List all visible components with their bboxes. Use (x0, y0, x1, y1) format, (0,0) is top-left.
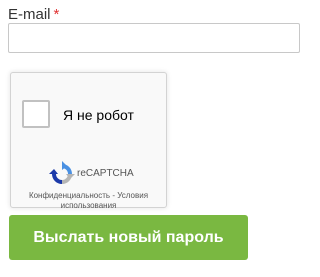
links-separator: - (112, 191, 115, 200)
recaptcha-links: Конфиденциальность - Условия использован… (15, 191, 162, 211)
recaptcha-logo-icon (49, 161, 75, 184)
recaptcha-widget: Я не робот reCAPTCHA Конфиденциальность … (10, 72, 167, 211)
required-marker: * (53, 6, 60, 23)
recaptcha-checkbox[interactable] (22, 100, 50, 128)
recaptcha-checkbox-label: Я не робот (63, 107, 134, 123)
recaptcha-brand: reCAPTCHA (77, 168, 134, 179)
email-label-text: E-mail (8, 6, 51, 23)
send-new-password-button[interactable]: Выслать новый пароль (9, 215, 248, 260)
email-label: E-mail * (8, 6, 59, 24)
privacy-link[interactable]: Конфиденциальность (29, 191, 110, 200)
password-reset-form: E-mail * Я не робот reCAPTCHA Конфиденциа… (0, 0, 310, 277)
email-field[interactable] (8, 23, 300, 53)
